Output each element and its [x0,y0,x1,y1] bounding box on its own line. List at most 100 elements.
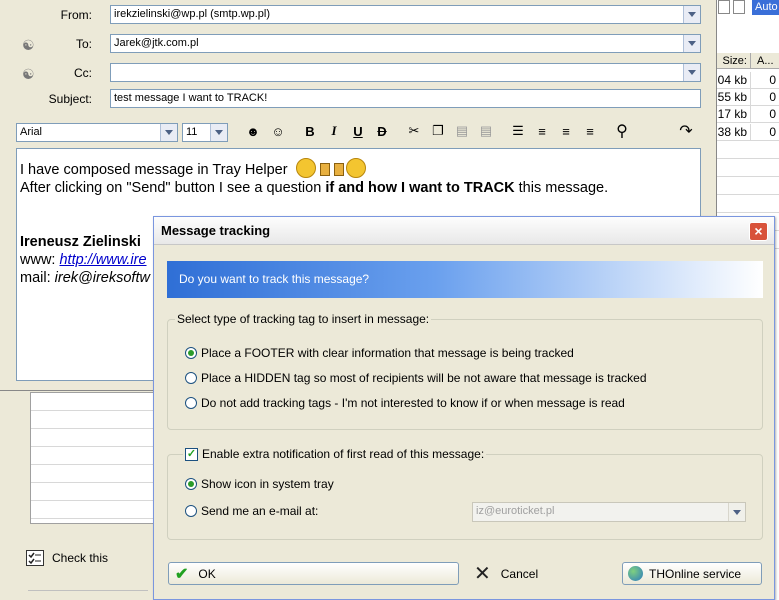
radio-send-email[interactable] [185,505,197,517]
close-icon: ✕ [474,563,491,585]
paste-special-icon[interactable]: ▤ [476,121,496,141]
notification-group [167,454,763,540]
body-line-2-bold: if and how I want to TRACK [325,180,515,196]
cc-label: Cc: [74,66,92,80]
table-row: 17 kb [716,106,751,123]
cc-field[interactable] [110,63,701,82]
font-size-value: 11 [186,126,198,138]
radio-hidden[interactable] [185,372,197,384]
align-left-icon[interactable]: ≡ [532,121,552,141]
option-footer[interactable]: Place a FOOTER with clear information th… [185,346,574,360]
table-row: 04 kb [716,72,751,89]
from-field[interactable]: irekzielinski@wp.pl (smtp.wp.pl) [110,5,701,24]
email-value: iz@euroticket.pl [476,505,555,517]
emoticon-icon[interactable]: ☻ [243,121,263,141]
close-button[interactable]: × [749,222,768,241]
body-line-2: After clicking on "Send" button I see a … [20,180,326,196]
search-icon[interactable]: ⚲ [612,121,632,141]
from-label: From: [60,8,92,22]
radio-footer[interactable] [185,347,197,359]
option-hidden-label: Place a HIDDEN tag so most of recipients… [201,371,647,385]
column-header-a[interactable]: A... [751,53,779,69]
radio-none[interactable] [185,397,197,409]
body-line-2-end: this message. [514,180,609,196]
redo-icon[interactable]: ↷ [676,121,696,141]
checkmark-icon[interactable]: ✓ [185,447,198,461]
option-send-email[interactable]: Send me an e-mail at: [185,504,318,518]
cut-icon[interactable]: ✂ [404,121,424,141]
email-input[interactable]: iz@euroticket.pl [472,502,746,522]
globe-icon [628,566,643,581]
emoticon-icon[interactable]: ☺ [268,121,288,141]
extra-notification-checkbox[interactable]: ✓ Enable extra notification of first rea… [183,447,487,461]
check-this-button[interactable]: Check this [26,546,108,570]
auto-button[interactable]: Auto [752,0,779,15]
bold-icon[interactable]: B [300,121,320,141]
tracking-tag-legend: Select type of tracking tag to insert in… [175,312,432,326]
table-row: 38 kb [716,124,751,141]
background-checkbox[interactable] [733,0,745,14]
question-banner: Do you want to track this message? [167,261,763,298]
option-send-email-label: Send me an e-mail at: [201,504,319,518]
bullet-list-icon[interactable]: ☰ [508,121,528,141]
strikethrough-icon[interactable]: D [372,121,392,141]
italic-icon[interactable]: I [324,121,344,141]
option-hidden[interactable]: Place a HIDDEN tag so most of recipients… [185,371,647,385]
address-book-icon[interactable]: ☯ [22,37,35,54]
to-value: Jarek@jtk.com.pl [114,37,199,49]
checkmark-icon: ✔ [175,565,189,583]
font-name-value: Arial [20,126,43,138]
check-this-label: Check this [52,551,109,565]
font-size-select[interactable]: 11 [182,123,228,142]
beer-icon [333,163,344,176]
message-tracking-dialog: Message tracking × Do you want to track … [153,216,775,600]
chevron-down-icon[interactable] [683,6,700,23]
address-book-icon[interactable]: ☯ [22,66,35,83]
table-cell: 0 [751,89,779,106]
subject-label: Subject: [48,92,92,106]
option-system-tray-label: Show icon in system tray [201,477,334,491]
beer-icon [319,163,330,176]
divider [28,590,148,591]
dialog-titlebar[interactable]: Message tracking × [154,217,774,245]
background-checkbox[interactable] [718,0,730,14]
paste-icon[interactable]: ▤ [452,121,472,141]
font-name-select[interactable]: Arial [16,123,178,142]
option-none[interactable]: Do not add tracking tags - I'm not inter… [185,396,625,410]
dialog-title: Message tracking [161,223,271,238]
ok-label: OK [198,566,216,581]
align-center-icon[interactable]: ≡ [556,121,576,141]
table-row: 55 kb [716,89,751,106]
underline-icon[interactable]: U [348,121,368,141]
chevron-down-icon[interactable] [728,503,745,521]
website-link[interactable]: http://www.ire [59,252,146,268]
chevron-down-icon[interactable] [683,35,700,52]
banner-text: Do you want to track this message? [179,272,370,286]
cancel-label: Cancel [500,566,539,581]
background-grid [30,392,155,524]
align-right-icon[interactable]: ≡ [580,121,600,141]
cancel-button[interactable]: ✕ Cancel [474,562,538,585]
chevron-down-icon[interactable] [210,124,227,141]
subject-value: test message I want to TRACK! [114,92,268,104]
signature-name: Ireneusz Zielinski [20,234,141,250]
chevron-down-icon[interactable] [683,64,700,81]
option-footer-label: Place a FOOTER with clear information th… [201,346,574,360]
emoticon-icon [295,158,316,178]
subject-field[interactable]: test message I want to TRACK! [110,89,701,108]
option-system-tray[interactable]: Show icon in system tray [185,477,334,491]
table-cell: 0 [751,124,779,141]
thonline-service-button[interactable]: THOnline service [622,562,762,585]
www-label: www: [20,252,60,268]
radio-system-tray[interactable] [185,478,197,490]
ok-button[interactable]: ✔ OK [168,562,459,585]
body-line-1: I have composed message in Tray Helper [20,162,288,178]
chevron-down-icon[interactable] [160,124,177,141]
checklist-icon [26,550,44,566]
close-icon: × [754,223,763,239]
from-value: irekzielinski@wp.pl (smtp.wp.pl) [114,8,271,20]
mail-value: irek@ireksoftw [54,270,150,286]
column-header-size[interactable]: Size: [716,53,751,69]
copy-icon[interactable]: ❐ [428,121,448,141]
to-field[interactable]: Jarek@jtk.com.pl [110,34,701,53]
